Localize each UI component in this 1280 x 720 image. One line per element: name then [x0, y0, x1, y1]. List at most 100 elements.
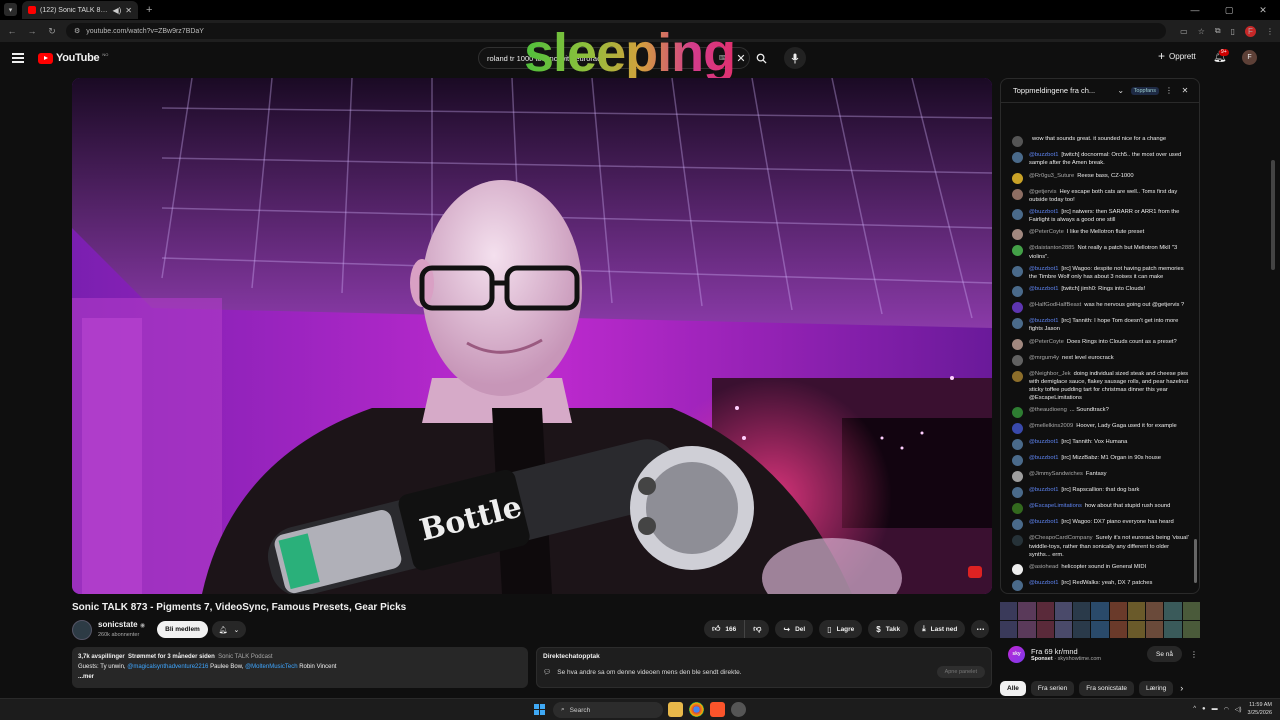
more-vertical-icon[interactable]: ⋮	[1188, 650, 1200, 659]
chat-author-name[interactable]: @theaudioeng	[1029, 407, 1067, 413]
chat-message[interactable]: wow that sounds great. it sounded nice f…	[1001, 133, 1195, 149]
chat-message[interactable]: @Rr0gu3_Suture Reese bass, CZ-1000	[1001, 170, 1195, 186]
sponsored-ad[interactable]: sky Fra 69 kr/mnd Sponset · skyshowtime.…	[1000, 640, 1200, 668]
open-panel-button[interactable]: Apne panelet	[936, 666, 985, 678]
chat-author-avatar[interactable]	[1012, 245, 1023, 257]
chrome-icon[interactable]	[689, 702, 704, 717]
app-icon[interactable]	[731, 702, 746, 717]
forward-icon[interactable]: →	[26, 26, 38, 36]
chat-message[interactable]: @buzzbot1 [twitch] jimh0: Rings into Clou…	[1001, 283, 1195, 299]
like-button[interactable]: 👍︎ 166	[704, 620, 746, 638]
chat-message[interactable]: @buzzbot1 [irc] Wagoo: DX7 piano everyone…	[1001, 516, 1195, 532]
chat-author-avatar[interactable]	[1012, 471, 1023, 483]
save-button[interactable]: ▯ Lagre	[819, 620, 863, 638]
voice-search-button[interactable]	[784, 47, 806, 69]
browser-profile-avatar[interactable]: F	[1245, 25, 1256, 37]
chevron-down-icon[interactable]: ⌄	[1115, 86, 1127, 95]
chat-author-avatar[interactable]	[1012, 302, 1023, 314]
volume-icon[interactable]: ◁)	[1235, 706, 1242, 713]
more-actions-button[interactable]: ⋯	[971, 620, 990, 638]
wifi-icon[interactable]: ◠	[1224, 706, 1229, 713]
youtube-logo[interactable]: YouTube NO	[38, 52, 108, 64]
chat-author-avatar[interactable]	[1012, 338, 1023, 350]
chat-author-name[interactable]: @buzzbot1	[1029, 318, 1058, 324]
chevron-right-icon[interactable]: ›	[1180, 683, 1183, 693]
chat-author-avatar[interactable]	[1012, 370, 1023, 382]
channel-name[interactable]: sonicstate ◉	[98, 620, 145, 629]
clock[interactable]: 11:59 AM 3/25/2026	[1248, 701, 1272, 717]
chat-message[interactable]: @EscapeLimitations how about that stupid …	[1001, 500, 1195, 516]
chevron-up-icon[interactable]: ^	[1193, 706, 1196, 712]
chat-author-name[interactable]: @CheapoCardCompany	[1029, 535, 1093, 541]
show-more-link[interactable]: ...mer	[78, 674, 94, 680]
chat-message[interactable]: @mrgum4y next level eurocrack	[1001, 352, 1195, 368]
menu-icon[interactable]	[12, 53, 24, 63]
chat-author-avatar[interactable]	[1012, 519, 1023, 531]
chat-author-name[interactable]: @asiohead	[1029, 564, 1058, 570]
chat-author-name[interactable]: @buzzbot1	[1029, 286, 1058, 292]
chat-author-name[interactable]: @mrgum4y	[1029, 355, 1059, 361]
minimize-button[interactable]: —	[1178, 0, 1212, 20]
flag-icon[interactable]: ▬	[1212, 706, 1218, 712]
account-avatar[interactable]: F	[1242, 50, 1257, 65]
chat-message[interactable]: @buzzbot1 [irc] Tannith: I hope Tom doesn…	[1001, 315, 1195, 335]
chat-author-name[interactable]: @buzzbot1	[1029, 519, 1058, 525]
chip-from-series[interactable]: Fra serien	[1030, 680, 1075, 696]
chat-message[interactable]: @buzzbot1 [irc] natwers: then SARARR or A…	[1001, 206, 1195, 226]
chip-learning[interactable]: Læring	[1139, 680, 1174, 696]
tray-app-icon[interactable]: ●	[1202, 706, 1206, 712]
chat-author-avatar[interactable]	[1012, 564, 1023, 575]
page-scrollbar[interactable]	[1271, 160, 1275, 270]
chat-author-avatar[interactable]	[1012, 265, 1023, 277]
cast-icon[interactable]: ▭	[1180, 27, 1188, 36]
chat-message[interactable]: @Neighbor_Jek doing individual sized stea…	[1001, 368, 1195, 405]
chat-scrollbar[interactable]	[1194, 539, 1197, 583]
chat-author-avatar[interactable]	[1012, 208, 1023, 220]
brave-icon[interactable]	[710, 702, 725, 717]
audio-playing-icon[interactable]: ◀)	[112, 6, 121, 15]
chat-message[interactable]: @theaudioeng... Soundtrack?	[1001, 404, 1195, 420]
chat-author-avatar[interactable]	[1012, 535, 1023, 547]
taskbar-search[interactable]: ⌕ Search	[553, 702, 663, 718]
chat-message[interactable]: @buzzbot1 [irc] Rapscallion: that dog bar…	[1001, 484, 1195, 500]
chat-author-avatar[interactable]	[1012, 455, 1023, 467]
chat-message-list[interactable]: wow that sounds great. it sounded nice f…	[1001, 103, 1195, 593]
thanks-button[interactable]: $ Takk	[868, 620, 909, 638]
podcast-label[interactable]: Sonic TALK Podcast	[218, 654, 272, 660]
chat-author-name[interactable]: @buzzbot1	[1029, 439, 1058, 445]
chat-author-name[interactable]: @getjervis	[1029, 189, 1056, 195]
chat-message[interactable]: @CheapoCardCompany Surely it's not eurora…	[1001, 532, 1195, 561]
chat-author-name[interactable]: @EscapeLimitations	[1029, 503, 1082, 509]
new-tab-button[interactable]: +	[146, 4, 152, 16]
close-chat-icon[interactable]: ✕	[1179, 86, 1191, 95]
browser-menu-icon[interactable]: ⋮	[1266, 27, 1274, 36]
windows-start-icon[interactable]	[534, 704, 545, 715]
chip-all[interactable]: Alle	[1000, 680, 1026, 696]
chat-author-name[interactable]: @buzzbot1	[1029, 209, 1058, 215]
dislike-button[interactable]: 👎︎	[745, 620, 770, 638]
chat-author-avatar[interactable]	[1012, 152, 1023, 164]
chat-author-name[interactable]: @buzzbot1	[1029, 266, 1058, 272]
chat-message[interactable]: @buzzbot1 [irc] Wagoo: despite not having…	[1001, 263, 1195, 283]
chat-mode-dropdown[interactable]: Toppmeldingene fra ch...	[1013, 86, 1111, 95]
chat-message[interactable]: @buzzbot1 [irc] Tannith: Vox Humana	[1001, 436, 1195, 452]
browser-tab-active[interactable]: (122) Sonic TALK 873 - Pigm ◀) ✕	[22, 1, 138, 19]
more-vertical-icon[interactable]: ⋮	[1163, 86, 1175, 95]
maximize-button[interactable]: ▢	[1212, 0, 1246, 20]
youtube-watermark-icon[interactable]	[968, 566, 982, 578]
extensions-icon[interactable]: ⧉	[1215, 26, 1221, 36]
join-button[interactable]: Bli medlem	[157, 621, 208, 638]
chat-author-avatar[interactable]	[1012, 503, 1023, 515]
chat-message[interactable]: @buzzbot1 [irc] MizzBabz: M1 Organ in 90s…	[1001, 452, 1195, 468]
share-button[interactable]: ↪ Del	[775, 620, 814, 638]
chat-author-name[interactable]: @HalfGodHalfBeast	[1029, 302, 1081, 308]
ad-cta-button[interactable]: Se nå	[1147, 646, 1182, 662]
top-fans-chip[interactable]: Toppfans	[1130, 86, 1159, 95]
chat-message[interactable]: @JimmySandwiches Fantasy	[1001, 468, 1195, 484]
clear-search-icon[interactable]: ✕	[733, 52, 749, 65]
channel-avatar[interactable]	[72, 620, 92, 640]
guest-link-2[interactable]: @MoltenMusicTech	[245, 664, 297, 670]
back-icon[interactable]: ←	[6, 26, 18, 36]
chat-author-name[interactable]: @PeterCoyte	[1029, 339, 1064, 345]
chat-author-avatar[interactable]	[1012, 318, 1023, 330]
